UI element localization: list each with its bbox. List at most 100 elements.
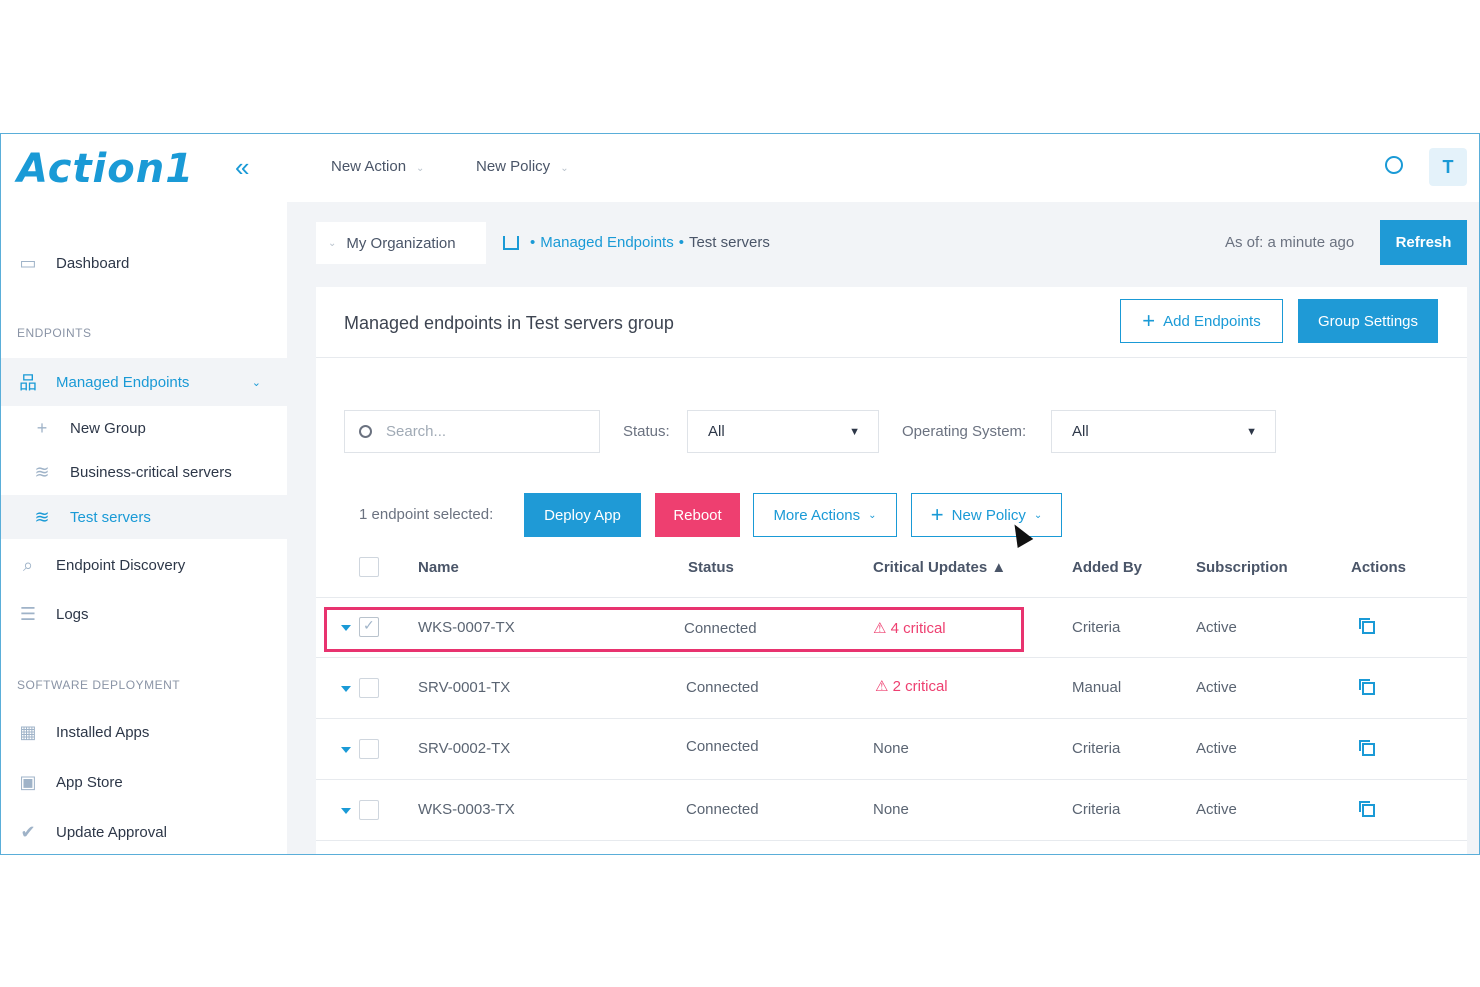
- row-highlight: [324, 607, 1024, 652]
- sidebar-item-label: App Store: [56, 773, 123, 791]
- breadcrumb-separator: •: [530, 234, 536, 251]
- reboot-button[interactable]: Reboot: [655, 493, 740, 537]
- expand-row-icon[interactable]: [341, 686, 351, 692]
- search-icon[interactable]: [1385, 156, 1403, 174]
- chevron-down-icon: ▼: [1246, 425, 1257, 438]
- group-settings-button[interactable]: Group Settings: [1298, 299, 1438, 343]
- subscription: Active: [1196, 679, 1237, 696]
- divider: [316, 779, 1467, 780]
- sidebar-item-dashboard[interactable]: ▭ Dashboard: [1, 241, 287, 285]
- endpoint-status: Connected: [686, 679, 759, 696]
- sidebar-item-label: Managed Endpoints: [56, 373, 190, 391]
- refresh-button[interactable]: Refresh: [1380, 220, 1467, 265]
- row-checkbox[interactable]: [359, 800, 379, 820]
- warning-icon: ⚠: [875, 678, 893, 695]
- os-filter-select[interactable]: All ▼: [1051, 410, 1276, 453]
- more-actions-button[interactable]: More Actions ⌄: [753, 493, 897, 537]
- list-icon: ☰: [19, 603, 37, 624]
- column-header-name[interactable]: Name: [418, 559, 459, 576]
- store-icon: ▣: [19, 771, 37, 792]
- grid-icon: ▦: [19, 721, 37, 742]
- endpoint-name[interactable]: SRV-0002-TX: [418, 740, 510, 757]
- column-header-subscription[interactable]: Subscription: [1196, 559, 1288, 576]
- sidebar-item-managed-endpoints[interactable]: 品 Managed Endpoints ⌄: [1, 358, 287, 406]
- add-endpoints-button[interactable]: + Add Endpoints: [1120, 299, 1283, 343]
- sidebar-item-test-servers[interactable]: ≋ Test servers: [1, 495, 287, 539]
- column-header-added-by[interactable]: Added By: [1072, 559, 1142, 576]
- app-window: Action1 « ▭ Dashboard ENDPOINTS 品 Manage…: [0, 133, 1480, 855]
- endpoint-name[interactable]: WKS-0003-TX: [418, 801, 515, 818]
- critical-updates[interactable]: ⚠ 2 critical: [875, 677, 948, 695]
- endpoint-status: Connected: [686, 801, 759, 818]
- os-filter-value: All: [1072, 423, 1089, 440]
- column-header-critical-updates[interactable]: Critical Updates ▲: [873, 559, 1006, 576]
- sidebar-item-logs[interactable]: ☰ Logs: [1, 592, 287, 636]
- chevron-down-icon: ▼: [849, 425, 860, 438]
- avatar[interactable]: T: [1429, 148, 1467, 186]
- sidebar-item-update-approval[interactable]: ✔ Update Approval: [1, 810, 287, 854]
- search-icon: ⌕: [22, 554, 34, 575]
- new-action-label: New Action: [331, 158, 407, 175]
- plus-icon: +: [1142, 308, 1156, 333]
- column-header-actions: Actions: [1351, 559, 1407, 576]
- collapse-sidebar-icon[interactable]: «: [235, 152, 249, 183]
- endpoint-status: Connected: [686, 738, 759, 755]
- divider: [316, 357, 1467, 358]
- new-policy-label: New Policy: [951, 506, 1026, 524]
- sidebar-item-label: Business-critical servers: [70, 463, 232, 481]
- copy-icon[interactable]: [1359, 801, 1375, 817]
- sidebar-item-app-store[interactable]: ▣ App Store: [1, 760, 287, 804]
- critical-updates-text: 2 critical: [892, 678, 948, 695]
- organization-selector[interactable]: ⌄ My Organization: [316, 222, 486, 264]
- subscription: Active: [1196, 619, 1237, 636]
- new-policy-button[interactable]: + New Policy ⌄: [911, 493, 1062, 537]
- organization-label: My Organization: [346, 234, 456, 252]
- search-input[interactable]: Search...: [344, 410, 600, 453]
- sidebar-item-new-group[interactable]: + New Group: [1, 406, 287, 450]
- deploy-app-button[interactable]: Deploy App: [524, 493, 641, 537]
- sidebar-item-business-critical[interactable]: ≋ Business-critical servers: [1, 450, 287, 494]
- subscription: Active: [1196, 740, 1237, 757]
- divider: [316, 718, 1467, 719]
- select-all-checkbox[interactable]: [359, 557, 379, 577]
- row-checkbox[interactable]: [359, 678, 379, 698]
- sidebar-item-label: Test servers: [70, 508, 151, 526]
- page-title: Managed endpoints in Test servers group: [344, 313, 674, 333]
- last-updated-text: As of: a minute ago: [1225, 234, 1355, 251]
- added-by: Criteria: [1072, 740, 1121, 757]
- copy-icon[interactable]: [1359, 618, 1375, 634]
- add-endpoints-label: Add Endpoints: [1163, 312, 1261, 330]
- endpoint-name[interactable]: SRV-0001-TX: [418, 679, 510, 696]
- chevron-down-icon: ⌄: [328, 237, 337, 249]
- sidebar-item-label: Update Approval: [56, 823, 167, 841]
- sidebar-item-installed-apps[interactable]: ▦ Installed Apps: [1, 710, 287, 754]
- copy-icon[interactable]: [1359, 740, 1375, 756]
- new-policy-menu[interactable]: New Policy ⌄: [476, 158, 569, 175]
- search-placeholder: Search...: [386, 423, 447, 440]
- chevron-down-icon: ⌄: [1033, 509, 1043, 521]
- breadcrumb-separator: •: [678, 234, 684, 251]
- layers-icon: ≋: [34, 461, 50, 482]
- chevron-down-icon: ⌄: [560, 163, 569, 174]
- chevron-down-icon: ⌄: [868, 509, 877, 521]
- row-checkbox[interactable]: [359, 739, 379, 759]
- expand-row-icon[interactable]: [341, 808, 351, 814]
- copy-icon[interactable]: [1359, 679, 1375, 695]
- expand-row-icon[interactable]: [341, 747, 351, 753]
- sidebar-item-endpoint-discovery[interactable]: ⌕ Endpoint Discovery: [1, 543, 287, 587]
- breadcrumb-current: Test servers: [688, 234, 770, 251]
- critical-updates: None: [873, 740, 909, 757]
- added-by: Criteria: [1072, 801, 1121, 818]
- column-header-status[interactable]: Status: [688, 559, 734, 576]
- new-action-menu[interactable]: New Action ⌄: [331, 158, 424, 175]
- home-icon[interactable]: [503, 235, 519, 250]
- added-by: Manual: [1072, 679, 1122, 696]
- sidebar: Action1 « ▭ Dashboard ENDPOINTS 品 Manage…: [1, 134, 287, 854]
- top-bar: New Action ⌄ New Policy ⌄ T: [287, 134, 1479, 202]
- check-icon: ✔: [20, 821, 36, 842]
- sidebar-item-label: Dashboard: [56, 254, 130, 272]
- os-filter-label: Operating System:: [902, 423, 1027, 440]
- breadcrumb-managed-endpoints[interactable]: Managed Endpoints: [540, 234, 673, 251]
- sidebar-item-label: Endpoint Discovery: [56, 556, 186, 574]
- status-filter-select[interactable]: All ▼: [687, 410, 879, 453]
